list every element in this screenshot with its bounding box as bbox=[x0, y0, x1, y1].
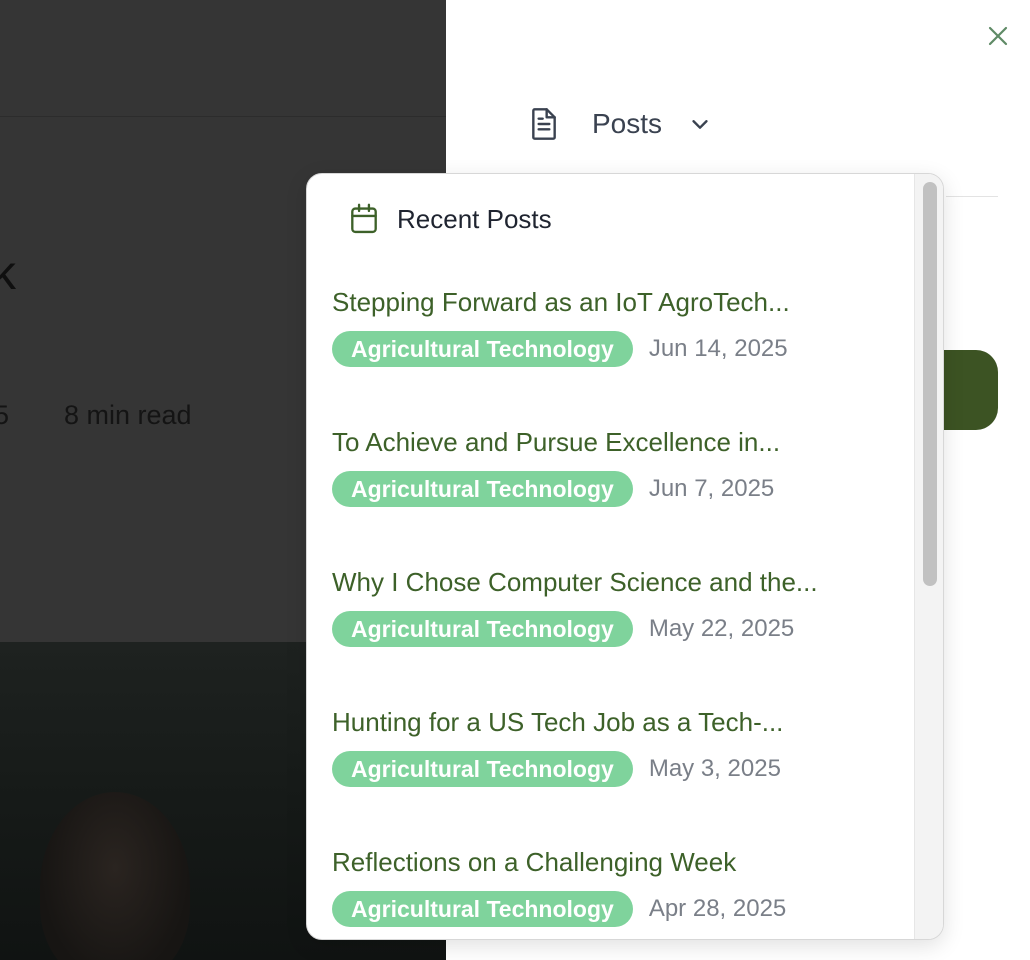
document-icon bbox=[524, 104, 564, 144]
drawer-divider bbox=[946, 196, 998, 197]
background-date-fragment: 5 bbox=[0, 400, 10, 430]
post-item[interactable]: Why I Chose Computer Science and the... … bbox=[332, 567, 892, 647]
category-tag: Agricultural Technology bbox=[332, 891, 633, 927]
close-icon bbox=[988, 26, 1008, 46]
category-tag: Agricultural Technology bbox=[332, 611, 633, 647]
post-item[interactable]: Stepping Forward as an IoT AgroTech... A… bbox=[332, 287, 892, 367]
post-title[interactable]: Why I Chose Computer Science and the... bbox=[332, 567, 892, 597]
post-meta: Agricultural Technology Jun 7, 2025 bbox=[332, 471, 892, 507]
category-tag: Agricultural Technology bbox=[332, 751, 633, 787]
post-date: May 3, 2025 bbox=[648, 755, 781, 782]
scrollbar-thumb[interactable] bbox=[923, 182, 937, 586]
post-date: Jun 14, 2025 bbox=[648, 335, 788, 362]
post-meta: Agricultural Technology Jun 14, 2025 bbox=[332, 331, 892, 367]
posts-nav-label: Posts bbox=[592, 108, 663, 139]
recent-posts-header: Recent Posts bbox=[347, 202, 552, 236]
post-date: May 22, 2025 bbox=[648, 615, 795, 642]
post-title[interactable]: Reflections on a Challenging Week bbox=[332, 847, 892, 877]
post-date: Jun 7, 2025 bbox=[648, 475, 775, 502]
category-tag: Agricultural Technology bbox=[332, 471, 633, 507]
calendar-icon bbox=[347, 202, 381, 236]
dropdown-scrollbar[interactable] bbox=[914, 174, 943, 939]
recent-posts-title: Recent Posts bbox=[397, 203, 552, 234]
post-date: Apr 28, 2025 bbox=[648, 895, 787, 922]
close-button[interactable] bbox=[984, 22, 1012, 50]
chevron-down-icon bbox=[686, 110, 714, 138]
category-tag: Agricultural Technology bbox=[332, 331, 633, 367]
post-item[interactable]: Reflections on a Challenging Week Agricu… bbox=[332, 847, 892, 927]
post-meta: Agricultural Technology May 3, 2025 bbox=[332, 751, 892, 787]
post-meta: Agricultural Technology Apr 28, 2025 bbox=[332, 891, 892, 927]
background-title-fragment: k bbox=[0, 247, 16, 300]
post-title[interactable]: Hunting for a US Tech Job as a Tech-... bbox=[332, 707, 892, 737]
background-hero-figure bbox=[40, 792, 190, 960]
post-title[interactable]: To Achieve and Pursue Excellence in... bbox=[332, 427, 892, 457]
post-item[interactable]: Hunting for a US Tech Job as a Tech-... … bbox=[332, 707, 892, 787]
recent-posts-dropdown: Recent Posts Stepping Forward as an IoT … bbox=[306, 173, 944, 940]
posts-nav-dropdown-trigger[interactable]: Posts bbox=[524, 102, 714, 146]
post-item[interactable]: To Achieve and Pursue Excellence in... A… bbox=[332, 427, 892, 507]
post-title[interactable]: Stepping Forward as an IoT AgroTech... bbox=[332, 287, 892, 317]
post-meta: Agricultural Technology May 22, 2025 bbox=[332, 611, 892, 647]
background-read-time: 8 min read bbox=[64, 400, 192, 430]
background-header-divider bbox=[0, 116, 446, 117]
